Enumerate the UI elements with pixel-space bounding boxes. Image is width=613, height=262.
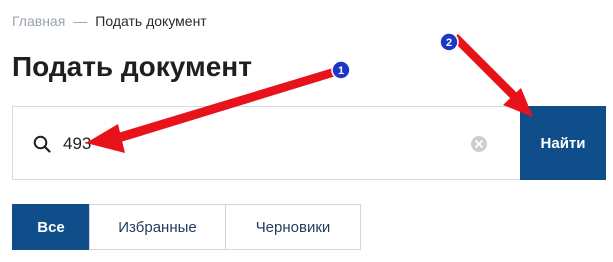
search-input[interactable] [63, 129, 453, 159]
breadcrumb: Главная — Подать документ [12, 12, 207, 30]
search-box [12, 106, 520, 180]
filter-tabs: Все Избранные Черновики [12, 204, 361, 250]
annotation-arrow-2 [452, 34, 533, 117]
annotation-badge-2: 2 [439, 32, 459, 52]
tab-favorites[interactable]: Избранные [89, 204, 226, 250]
clear-icon[interactable] [471, 136, 487, 152]
page-title: Подать документ [12, 51, 252, 82]
search-button[interactable]: Найти [520, 106, 606, 180]
annotation-badge-2-label: 2 [446, 37, 452, 49]
breadcrumb-current: Подать документ [95, 13, 207, 29]
tab-all[interactable]: Все [12, 204, 90, 250]
search-icon [33, 135, 51, 153]
tab-drafts[interactable]: Черновики [225, 204, 361, 250]
page: Главная — Подать документ Подать документ … [0, 0, 613, 262]
annotation-badge-1-label: 1 [338, 65, 344, 77]
annotation-badge-1: 1 [331, 60, 351, 80]
breadcrumb-home-link[interactable]: Главная [12, 13, 65, 29]
breadcrumb-separator: — [73, 13, 88, 29]
